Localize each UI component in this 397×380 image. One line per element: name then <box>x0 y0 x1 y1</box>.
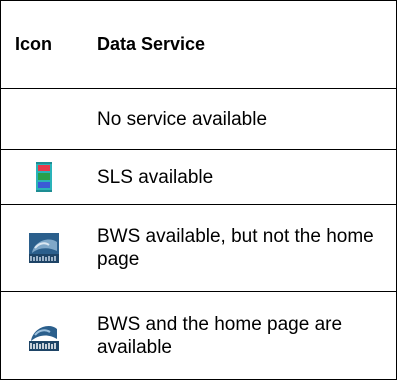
table-row-sls: SLS available <box>1 150 396 205</box>
table-row-bws-home: BWS and the home page are available <box>1 292 396 379</box>
table-row-bws: BWS available, but not the home page <box>1 205 396 292</box>
data-service-table: Icon Data Service No service available S… <box>0 0 397 380</box>
row-text: No service available <box>97 108 268 130</box>
icon-cell <box>1 292 87 379</box>
empty-icon-cell <box>1 89 87 149</box>
row-text: BWS and the home page are available <box>97 313 343 358</box>
bws-globe-icon <box>29 233 59 263</box>
row-text: BWS available, but not the home page <box>97 226 374 270</box>
header-service-column: Data Service <box>97 34 206 54</box>
header-icon-column: Icon <box>15 34 53 54</box>
icon-cell <box>1 205 87 291</box>
sls-battery-icon <box>36 162 52 192</box>
table-header-row: Icon Data Service <box>1 1 396 89</box>
table-row-no-service: No service available <box>1 89 396 150</box>
icon-cell <box>1 150 87 204</box>
bws-home-icon <box>29 320 59 351</box>
row-text: SLS available <box>97 166 214 188</box>
